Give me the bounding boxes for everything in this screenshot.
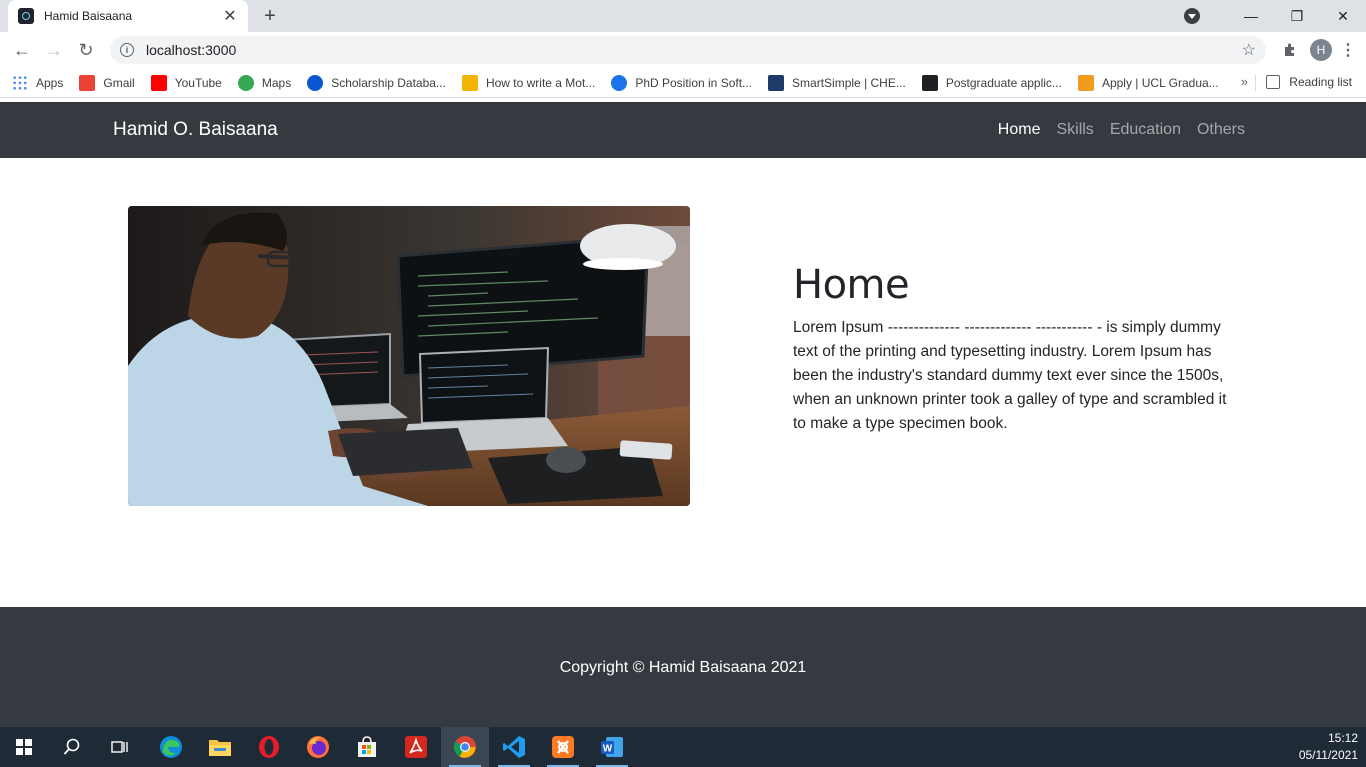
task-view-icon[interactable] <box>96 727 144 767</box>
reading-list-label: Reading list <box>1289 75 1352 89</box>
hero-text: Home Lorem Ipsum -------------- --------… <box>793 262 1243 436</box>
bookmark-item[interactable]: PhD Position in Soft... <box>611 74 753 91</box>
bookmark-label: How to write a Mot... <box>485 75 596 90</box>
bookmark-item[interactable]: Maps <box>237 74 292 91</box>
bookmark-item[interactable]: YouTube <box>150 74 222 91</box>
more-bookmarks-chevron-icon[interactable]: » <box>1241 74 1248 89</box>
bookmarks-divider <box>1255 75 1256 91</box>
tab-title: Hamid Baisaana <box>44 9 133 23</box>
restore-button[interactable]: ❐ <box>1274 0 1320 32</box>
apps-grid-icon <box>12 74 28 91</box>
bookmark-item[interactable]: Postgraduate applic... <box>921 74 1062 91</box>
search-icon[interactable] <box>48 727 96 767</box>
bookmark-label: Apply | UCL Gradua... <box>1101 75 1219 90</box>
firefox-browser-icon[interactable] <box>294 727 342 767</box>
svg-text:W: W <box>603 744 613 755</box>
forward-button[interactable]: → <box>40 36 68 64</box>
opera-browser-icon[interactable] <box>245 727 293 767</box>
nav-education[interactable]: Education <box>1110 121 1181 139</box>
bookmark-label: YouTube <box>174 75 222 90</box>
browser-menu-icon[interactable]: ⋮ <box>1338 40 1358 60</box>
file-explorer-icon[interactable] <box>196 727 244 767</box>
browser-toolbar: ← → ↻ i localhost:3000 ☆ H ⋮ <box>0 32 1366 68</box>
clock-date: 05/11/2021 <box>1298 748 1358 762</box>
minimize-button[interactable]: — <box>1228 0 1274 32</box>
nav-others[interactable]: Others <box>1197 121 1245 139</box>
bookmark-label: Gmail <box>103 75 135 90</box>
reload-button[interactable]: ↻ <box>72 36 100 64</box>
copyright-text: Copyright © Hamid Baisaana 2021 <box>559 659 807 676</box>
close-tab-icon[interactable]: ✕ <box>222 6 238 26</box>
ucl-icon <box>1077 74 1094 91</box>
bookmark-item[interactable]: Apply | UCL Gradua... <box>1077 74 1219 91</box>
bookmark-item[interactable]: Gmail <box>79 74 135 91</box>
hero-paragraph: Lorem Ipsum -------------- -------------… <box>793 319 1227 432</box>
bookmark-label: Maps <box>261 75 292 90</box>
reading-list-button[interactable]: Reading list <box>1266 75 1352 89</box>
smartsimple-icon <box>768 74 785 91</box>
nav-links: Home Skills Education Others <box>982 121 1245 139</box>
system-clock[interactable]: 15:12 05/11/2021 <box>1299 730 1358 764</box>
nav-skills[interactable]: Skills <box>1056 121 1093 139</box>
bookmark-star-icon[interactable]: ☆ <box>1242 40 1256 60</box>
youtube-icon <box>150 74 167 91</box>
word-icon[interactable]: W <box>588 727 636 767</box>
gmail-icon <box>79 74 96 91</box>
microsoft-store-icon[interactable] <box>343 727 391 767</box>
back-button[interactable]: ← <box>8 36 36 64</box>
site-brand[interactable]: Hamid O. Baisaana <box>113 119 278 141</box>
hero-image <box>128 206 690 506</box>
bookmark-item[interactable]: How to write a Mot... <box>461 74 596 91</box>
clock-time: 15:12 <box>1327 731 1358 745</box>
reading-list-icon <box>1266 75 1281 89</box>
compass-icon <box>611 74 628 91</box>
bookmark-label: PhD Position in Soft... <box>635 75 753 90</box>
extensions-puzzle-icon[interactable] <box>1276 36 1304 64</box>
bookmark-item[interactable]: Scholarship Databa... <box>307 74 446 91</box>
bookmark-label: Scholarship Databa... <box>331 75 446 90</box>
nav-home[interactable]: Home <box>998 121 1041 139</box>
us-icon <box>921 74 938 91</box>
address-bar[interactable]: i localhost:3000 ☆ <box>110 36 1266 64</box>
bookmark-label: Apps <box>36 75 64 90</box>
xampp-icon[interactable] <box>539 727 587 767</box>
vscode-icon[interactable] <box>490 727 538 767</box>
maps-icon <box>237 74 254 91</box>
scholarship-icon <box>307 74 324 91</box>
acrobat-reader-icon[interactable] <box>392 727 440 767</box>
bookmark-item[interactable]: SmartSimple | CHE... <box>768 74 906 91</box>
new-tab-button[interactable]: + <box>258 4 282 28</box>
site-navbar: Hamid O. Baisaana Home Skills Education … <box>0 102 1366 158</box>
close-window-button[interactable]: ✕ <box>1320 0 1366 32</box>
react-favicon-icon <box>18 8 34 24</box>
chrome-browser-icon[interactable] <box>441 727 489 767</box>
bookmark-item[interactable]: Apps <box>12 74 64 91</box>
window-controls: — ❐ ✕ <box>1184 0 1366 32</box>
start-windows-icon[interactable] <box>0 727 48 767</box>
url-text[interactable]: localhost:3000 <box>146 42 1242 58</box>
profile-avatar[interactable]: H <box>1310 39 1332 61</box>
site-footer: Copyright © Hamid Baisaana 2021 <box>0 607 1366 727</box>
browser-tab[interactable]: Hamid Baisaana ✕ <box>8 0 248 32</box>
edge-browser-icon[interactable] <box>147 727 195 767</box>
graduation-cap-icon <box>461 74 478 91</box>
site-info-icon[interactable]: i <box>120 43 134 57</box>
windows-taskbar: W 15:12 05/11/2021 <box>0 727 1366 767</box>
bookmark-label: Postgraduate applic... <box>945 75 1062 90</box>
tab-search-icon[interactable] <box>1184 8 1200 24</box>
bookmarks-bar: Apps Gmail YouTube Maps Scholarship Databa..… <box>0 68 1366 98</box>
bookmark-label: SmartSimple | CHE... <box>792 75 906 90</box>
browser-tab-strip: Hamid Baisaana ✕ + — ❐ ✕ <box>0 0 1366 32</box>
page-title: Home <box>793 262 910 308</box>
